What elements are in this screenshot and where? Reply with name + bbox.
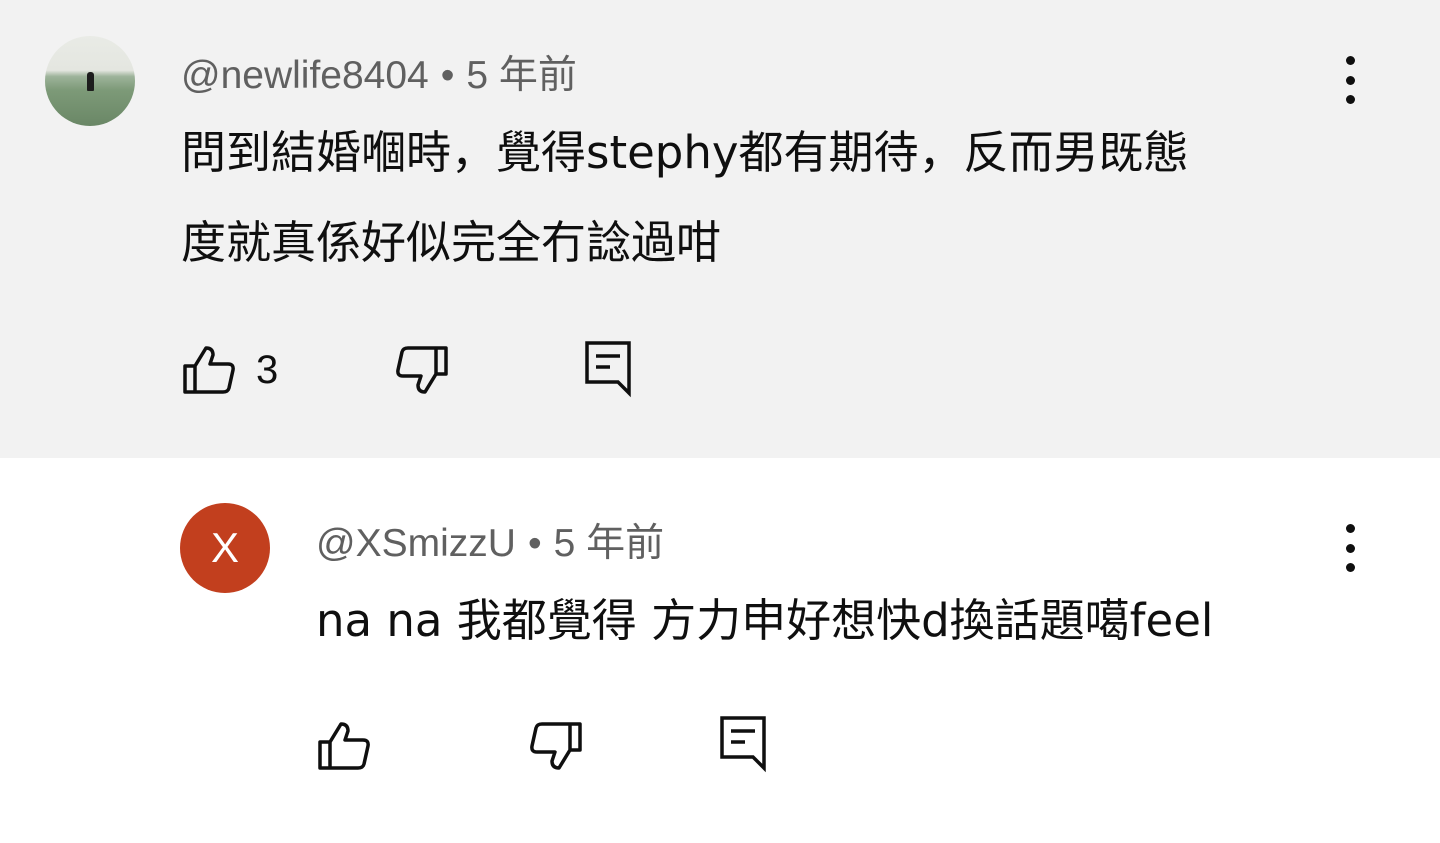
thumbs-up-icon xyxy=(318,722,370,770)
like-button[interactable]: 3 xyxy=(182,344,278,396)
menu-dot xyxy=(1345,75,1355,85)
like-button[interactable] xyxy=(317,720,373,772)
avatar-letter: X xyxy=(210,524,239,571)
author-name[interactable]: @XSmizzU xyxy=(316,522,516,565)
dislike-button[interactable] xyxy=(393,344,449,396)
comment-top: @newlife8404 • 5 年前 問到結婚嗰時，覺得stephy都有期待，反而… xyxy=(0,0,1440,458)
menu-dot xyxy=(1345,524,1355,533)
menu-dot xyxy=(1345,95,1355,104)
avatar[interactable]: X xyxy=(180,503,270,593)
reply-button[interactable] xyxy=(719,715,769,773)
author-name[interactable]: @newlife8404 xyxy=(181,54,429,97)
comment-text-line-1: na na 我都覺得 方力申好想快d換話題噶feel xyxy=(316,594,1214,647)
thumbs-down-icon xyxy=(530,722,582,770)
thumbs-up-icon xyxy=(183,346,235,394)
comment-reply: X @XSmizzU • 5 年前 na na 我都覺得 方力申好想快d換話題噶fe… xyxy=(0,458,1440,843)
comment-text-line-1: 問到結婚嗰時，覺得stephy都有期待，反而男既態 xyxy=(181,126,1189,179)
comment-text-line-2: 度就真係好似完全冇諗過咁 xyxy=(181,216,722,269)
comment-meta: @XSmizzU • 5 年前 xyxy=(316,512,664,568)
like-count: 3 xyxy=(256,347,279,392)
reply-button[interactable] xyxy=(584,340,634,398)
menu-dot xyxy=(1345,543,1355,553)
menu-dot xyxy=(1345,56,1355,65)
dislike-button[interactable] xyxy=(527,720,583,772)
thumbs-down-icon xyxy=(396,346,448,394)
more-vert-icon[interactable] xyxy=(1330,50,1370,110)
meta-separator: • xyxy=(527,522,542,565)
comment-time: 5 年前 xyxy=(553,522,665,565)
more-vert-icon[interactable] xyxy=(1330,518,1370,578)
reply-icon xyxy=(585,341,631,398)
comment-meta: @newlife8404 • 5 年前 xyxy=(181,44,577,100)
avatar-figure xyxy=(87,72,94,91)
reply-icon xyxy=(720,716,766,773)
avatar[interactable] xyxy=(45,36,135,126)
meta-separator: • xyxy=(440,54,455,97)
comment-time: 5 年前 xyxy=(466,54,577,97)
menu-dot xyxy=(1345,563,1355,572)
